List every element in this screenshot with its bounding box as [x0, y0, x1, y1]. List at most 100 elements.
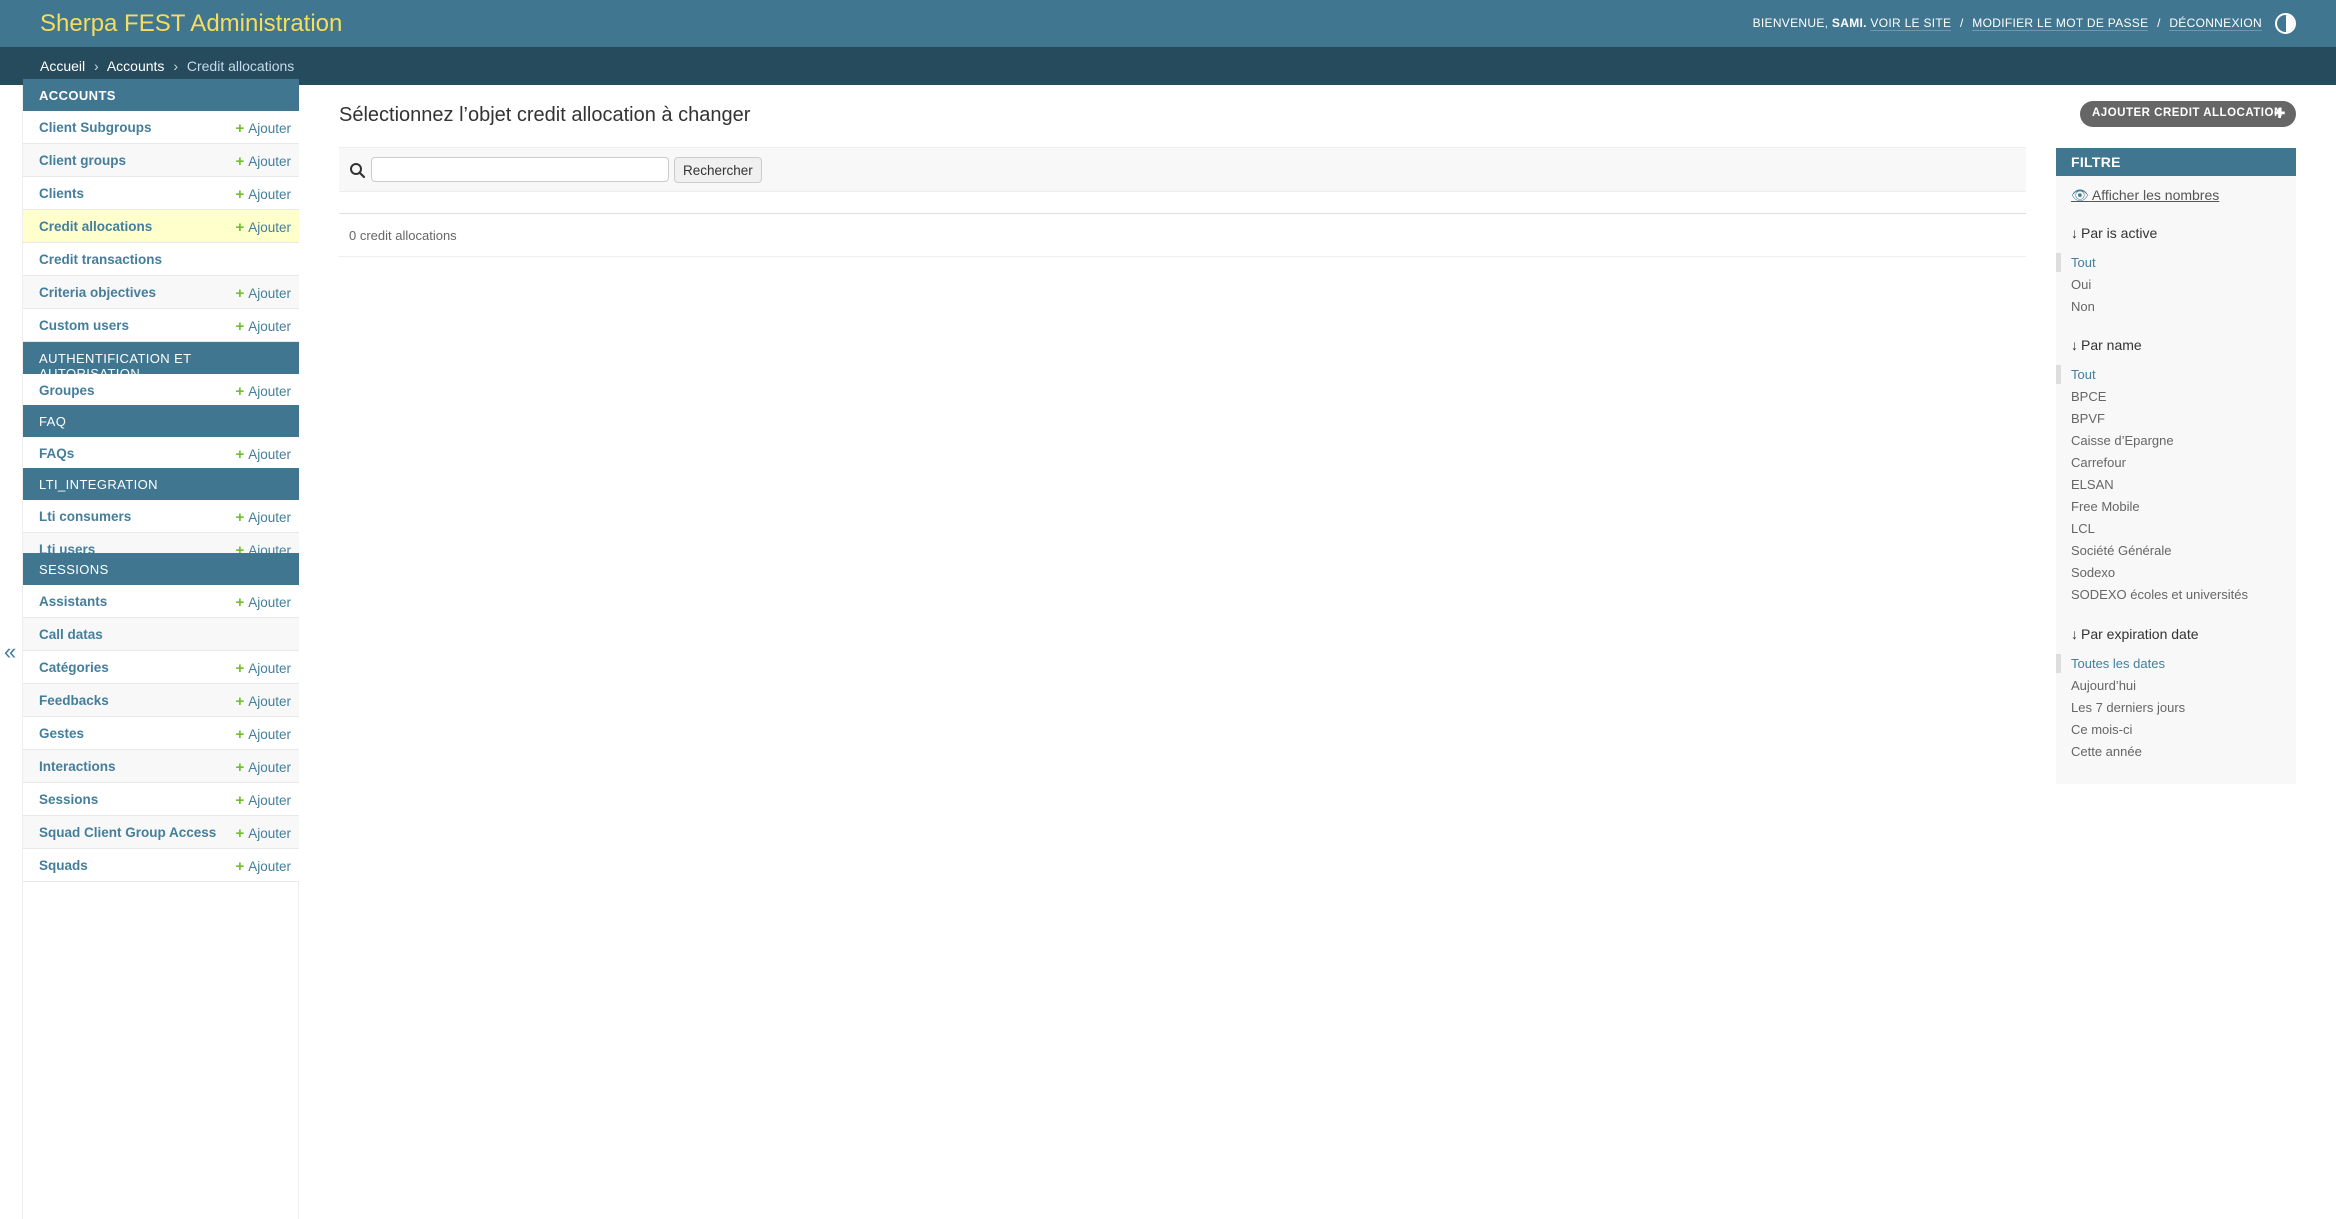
- sidebar-item-link[interactable]: Groupes: [39, 383, 95, 398]
- show-counts-link[interactable]: 👁 Afficher les nombres: [2071, 187, 2219, 204]
- change-password-link[interactable]: MODIFIER LE MOT DE PASSE: [1972, 16, 2149, 31]
- sidebar-add-link[interactable]: +Ajouter: [235, 509, 291, 526]
- filter-option[interactable]: LCL: [2071, 521, 2095, 536]
- filter-option[interactable]: Ce mois-ci: [2071, 722, 2132, 737]
- sidebar-add-link[interactable]: +Ajouter: [235, 219, 291, 236]
- sidebar-item-link[interactable]: Feedbacks: [39, 693, 109, 708]
- filter-option[interactable]: Sodexo: [2071, 565, 2115, 580]
- filter-option[interactable]: Carrefour: [2071, 455, 2126, 470]
- sidebar-item-link[interactable]: Credit transactions: [39, 252, 162, 267]
- sidebar-item-link[interactable]: Credit allocations: [39, 219, 152, 234]
- sidebar-add-link[interactable]: +Ajouter: [235, 383, 291, 400]
- breadcrumb-app[interactable]: Accounts: [107, 58, 165, 74]
- sidebar-item-link[interactable]: Call datas: [39, 627, 103, 642]
- app-module-caption[interactable]: LTI_INTEGRATION: [23, 468, 299, 500]
- sidebar-add-link[interactable]: +Ajouter: [235, 153, 291, 170]
- sidebar-add-link[interactable]: +Ajouter: [235, 858, 291, 875]
- sidebar-item-link[interactable]: Squads: [39, 858, 88, 873]
- sidebar-item-link[interactable]: Interactions: [39, 759, 116, 774]
- sidebar-item-link[interactable]: Squad Client Group Access: [39, 825, 216, 840]
- filter-option[interactable]: ELSAN: [2071, 477, 2114, 492]
- search-button[interactable]: Rechercher: [674, 157, 762, 183]
- sidebar-add-link[interactable]: +Ajouter: [235, 660, 291, 677]
- filter-option[interactable]: Caisse d’Epargne: [2071, 433, 2174, 448]
- sidebar-add-link[interactable]: +Ajouter: [235, 759, 291, 776]
- sidebar-add-link[interactable]: +Ajouter: [235, 594, 291, 611]
- filter-option[interactable]: Oui: [2071, 277, 2091, 292]
- filter-option[interactable]: Société Générale: [2071, 543, 2171, 558]
- filter-option[interactable]: Aujourd’hui: [2071, 678, 2136, 693]
- theme-toggle-icon[interactable]: [2275, 13, 2296, 34]
- sidebar-item-link[interactable]: Client Subgroups: [39, 120, 152, 135]
- sidebar-item-link[interactable]: Lti consumers: [39, 509, 131, 524]
- filter-option[interactable]: Free Mobile: [2071, 499, 2140, 514]
- filter-heading: ↓ Par name: [2071, 337, 2142, 353]
- sidebar-item-link[interactable]: Custom users: [39, 318, 129, 333]
- search-input[interactable]: [371, 157, 669, 182]
- sidebar-item-link[interactable]: Catégories: [39, 660, 109, 675]
- plus-icon: +: [235, 446, 245, 463]
- add-label: Ajouter: [248, 447, 291, 462]
- welcome-text: BIENVENUE,: [1752, 16, 1829, 30]
- plus-icon: +: [235, 509, 245, 526]
- filter-option[interactable]: Tout: [2056, 365, 2096, 384]
- sidebar-item-link[interactable]: Sessions: [39, 792, 98, 807]
- filter-option[interactable]: Non: [2071, 299, 2095, 314]
- sidebar-item: Interactions + Ajouter: [23, 750, 299, 783]
- filter-heading-label: Par is active: [2081, 225, 2158, 241]
- sidebar-item-link[interactable]: Assistants: [39, 594, 107, 609]
- sidebar-add-link[interactable]: +Ajouter: [235, 792, 291, 809]
- result-count: 0 credit allocations: [349, 228, 457, 243]
- add-button-label: AJOUTER CREDIT ALLOCATION: [2092, 107, 2283, 119]
- add-label: Ajouter: [248, 510, 291, 525]
- sidebar-item: Lti consumers + Ajouter: [23, 500, 299, 533]
- filter-option[interactable]: Toutes les dates: [2056, 654, 2165, 673]
- app-module-caption[interactable]: AUTHENTIFICATION ET AUTORISATION: [23, 342, 299, 381]
- sidebar-add-link[interactable]: +Ajouter: [235, 318, 291, 335]
- sidebar-item-link[interactable]: FAQs: [39, 446, 74, 461]
- site-title[interactable]: Sherpa FEST Administration: [40, 10, 342, 38]
- add-label: Ajouter: [248, 384, 291, 399]
- sidebar-add-link[interactable]: +Ajouter: [235, 726, 291, 743]
- sidebar-add-link[interactable]: +Ajouter: [235, 825, 291, 842]
- plus-icon: +: [235, 383, 245, 400]
- filter-option[interactable]: SODEXO écoles et universités: [2071, 587, 2248, 602]
- sidebar-item: Credit allocations + Ajouter: [23, 210, 299, 243]
- app-module-caption[interactable]: SESSIONS: [23, 553, 299, 585]
- plus-icon: +: [235, 186, 245, 203]
- header: Sherpa FEST Administration BIENVENUE, SA…: [0, 0, 2336, 47]
- sidebar-add-link[interactable]: +Ajouter: [235, 693, 291, 710]
- sidebar-item: Squad Client Group Access + Ajouter: [23, 816, 299, 849]
- filter-option[interactable]: Les 7 derniers jours: [2071, 700, 2185, 715]
- filter-option[interactable]: Cette année: [2071, 744, 2142, 759]
- sidebar-item-link[interactable]: Clients: [39, 186, 84, 201]
- sidebar-add-link[interactable]: +Ajouter: [235, 285, 291, 302]
- sidebar-item: Custom users + Ajouter: [23, 309, 299, 342]
- app-module-caption[interactable]: FAQ: [23, 405, 299, 437]
- filter-option[interactable]: BPCE: [2071, 389, 2106, 404]
- view-site-link[interactable]: VOIR LE SITE: [1870, 16, 1952, 31]
- plus-icon: +: [235, 825, 245, 842]
- nav-sidebar: ACCOUNTSClient Subgroups+AjouterClient g…: [22, 79, 299, 1219]
- sidebar-add-link[interactable]: +Ajouter: [235, 186, 291, 203]
- app-module-caption[interactable]: ACCOUNTS: [23, 79, 299, 111]
- app-module: LTI_INTEGRATION Lti consumers + Ajouter Lti …: [23, 468, 299, 566]
- toggle-sidebar-button[interactable]: «: [4, 640, 20, 664]
- logout-link[interactable]: DÉCONNEXION: [2169, 16, 2262, 31]
- sidebar-item-link[interactable]: Client groups: [39, 153, 126, 168]
- sidebar-add-link[interactable]: +Ajouter: [235, 120, 291, 137]
- plus-icon: +: [235, 219, 245, 236]
- username: SAMI.: [1831, 16, 1867, 30]
- filter-panel: FILTRE 👁 Afficher les nombres ↓ Par is ac…: [2056, 148, 2296, 784]
- breadcrumb-home[interactable]: Accueil: [40, 58, 85, 74]
- filter-heading-label: Par expiration date: [2081, 626, 2199, 642]
- filter-option[interactable]: Tout: [2056, 253, 2096, 272]
- sidebar-item-link[interactable]: Criteria objectives: [39, 285, 156, 300]
- add-credit-allocation-button[interactable]: AJOUTER CREDIT ALLOCATION ✚: [2080, 101, 2296, 127]
- filter-option[interactable]: BPVF: [2071, 411, 2105, 426]
- sidebar-item-link[interactable]: Gestes: [39, 726, 84, 741]
- breadcrumb-separator: ›: [94, 58, 99, 74]
- sidebar-add-link[interactable]: +Ajouter: [235, 446, 291, 463]
- search-toolbar: Rechercher: [339, 147, 2026, 192]
- plus-icon: +: [235, 726, 245, 743]
